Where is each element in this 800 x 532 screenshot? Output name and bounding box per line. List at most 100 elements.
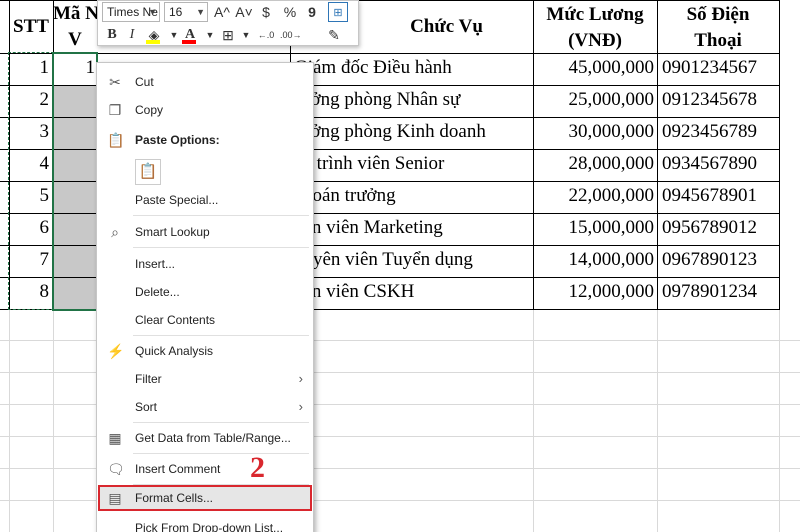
copy-icon: ❐ bbox=[108, 102, 122, 118]
font-color-dropdown[interactable]: ▼ bbox=[200, 25, 220, 45]
menu-item-filter[interactable]: Filter › bbox=[97, 366, 313, 392]
increase-decimal-button[interactable]: ←.0 bbox=[256, 25, 276, 45]
chevron-down-icon: ▼ bbox=[148, 7, 157, 17]
chevron-right-icon: › bbox=[298, 371, 303, 386]
menu-item-label: Get Data from Table/Range... bbox=[135, 431, 291, 445]
borders-dropdown[interactable]: ▼ bbox=[236, 25, 256, 45]
cell-chuc-vu[interactable]: rưởng phòng Kinh doanh bbox=[294, 121, 530, 143]
font-size-box[interactable]: 16 ▼ bbox=[164, 2, 208, 22]
cell-so-dien-thoai[interactable]: 0978901234 bbox=[662, 281, 779, 303]
menu-item-format-cells[interactable]: ▤ Format Cells... bbox=[97, 485, 313, 511]
cell-chuc-vu[interactable]: rưởng phòng Nhân sự bbox=[294, 89, 530, 111]
context-menu: ✂ Cut ❐ Copy 📋 Paste Options: 📋 Paste Sp… bbox=[96, 62, 314, 532]
cell-stt[interactable]: 2 bbox=[9, 89, 50, 111]
cell-muc-luong[interactable]: 15,000,000 bbox=[535, 217, 655, 239]
header-so-dien-thoai[interactable]: Số Điện bbox=[657, 2, 779, 28]
menu-item-label: Pick From Drop-down List... bbox=[135, 521, 284, 532]
menu-item-clear-contents[interactable]: Clear Contents bbox=[97, 307, 313, 333]
cell-stt[interactable]: 4 bbox=[9, 153, 50, 175]
cell-stt[interactable]: 8 bbox=[9, 281, 50, 303]
cell-muc-luong[interactable]: 30,000,000 bbox=[535, 121, 655, 143]
bold-button[interactable]: B bbox=[102, 25, 122, 45]
comma-style-icon: 9 bbox=[308, 4, 316, 20]
cell-muc-luong[interactable]: 28,000,000 bbox=[535, 153, 655, 175]
fill-color-button[interactable]: ◈ bbox=[144, 25, 164, 45]
cell-stt[interactable]: 7 bbox=[9, 249, 50, 271]
menu-separator bbox=[133, 422, 309, 423]
borders-button[interactable]: ⊞ bbox=[218, 25, 238, 45]
menu-item-copy[interactable]: ❐ Copy bbox=[97, 97, 313, 123]
menu-item-pick-from-list[interactable]: Pick From Drop-down List... bbox=[97, 515, 313, 532]
cell-chuc-vu[interactable]: huyên viên Tuyển dụng bbox=[294, 249, 530, 271]
menu-separator bbox=[133, 453, 309, 454]
format-painter-button[interactable]: ✎ bbox=[324, 25, 344, 45]
selected-cell-fill bbox=[54, 85, 96, 309]
chevron-down-icon: ▼ bbox=[205, 30, 215, 40]
percent-button[interactable]: % bbox=[280, 2, 300, 22]
shrink-font-button[interactable]: A˅ bbox=[234, 2, 254, 22]
cell-so-dien-thoai[interactable]: 0945678901 bbox=[662, 185, 779, 207]
header-so-dien-thoai-line2: Thoại bbox=[694, 30, 742, 51]
format-cells-icon: ▤ bbox=[108, 490, 122, 506]
font-color-button[interactable]: A bbox=[180, 25, 200, 45]
menu-item-sort[interactable]: Sort › bbox=[97, 394, 313, 420]
paste-button[interactable]: 📋 bbox=[135, 159, 161, 185]
paste-icon: 📋 bbox=[107, 132, 125, 148]
font-color-swatch bbox=[182, 40, 196, 44]
menu-item-label: Sort bbox=[135, 400, 158, 414]
menu-separator bbox=[133, 215, 309, 216]
menu-item-get-data[interactable]: ▦ Get Data from Table/Range... bbox=[97, 425, 313, 451]
merge-center-button[interactable]: ⊞ bbox=[328, 2, 348, 22]
currency-button[interactable]: $ bbox=[256, 2, 276, 22]
decrease-decimal-button[interactable]: .00→ bbox=[280, 25, 302, 45]
menu-item-paste-special[interactable]: Paste Special... bbox=[97, 187, 313, 213]
cell-stt[interactable]: 1 bbox=[9, 57, 50, 79]
menu-item-cut[interactable]: ✂ Cut bbox=[97, 69, 313, 95]
menu-item-label: Cut bbox=[135, 75, 154, 89]
comma-style-button[interactable]: 9 bbox=[302, 2, 322, 22]
grow-font-button[interactable]: A^ bbox=[212, 2, 232, 22]
cell-chuc-vu[interactable]: Giám đốc Điều hành bbox=[294, 57, 530, 79]
table-icon: ▦ bbox=[108, 430, 122, 446]
cell-chuc-vu[interactable]: ập trình viên Senior bbox=[294, 153, 530, 175]
cell-so-dien-thoai[interactable]: 0956789012 bbox=[662, 217, 779, 239]
chevron-down-icon: ▼ bbox=[196, 7, 205, 17]
italic-button[interactable]: I bbox=[122, 25, 142, 45]
font-name-box[interactable]: Times Ne ▼ bbox=[102, 2, 160, 22]
menu-item-quick-analysis[interactable]: ⚡ Quick Analysis bbox=[97, 338, 313, 364]
cell-stt[interactable]: 3 bbox=[9, 121, 50, 143]
cell-so-dien-thoai[interactable]: 0934567890 bbox=[662, 153, 779, 175]
header-stt[interactable]: STT bbox=[9, 14, 53, 40]
menu-item-insert-comment[interactable]: 🗨 Insert Comment bbox=[97, 456, 313, 482]
cell-muc-luong[interactable]: 45,000,000 bbox=[535, 57, 655, 79]
cell-stt[interactable]: 6 bbox=[9, 217, 50, 239]
menu-item-label: Filter bbox=[135, 372, 162, 386]
cell-chuc-vu[interactable]: hân viên CSKH bbox=[294, 281, 530, 303]
cell-chuc-vu[interactable]: ế toán trưởng bbox=[294, 185, 530, 207]
cell-muc-luong[interactable]: 12,000,000 bbox=[535, 281, 655, 303]
cell-stt[interactable]: 5 bbox=[9, 185, 50, 207]
header-muc-luong-line2: (VNĐ) bbox=[568, 30, 622, 51]
gridline bbox=[9, 309, 10, 532]
cell-chuc-vu[interactable]: hân viên Marketing bbox=[294, 217, 530, 239]
menu-item-delete[interactable]: Delete... bbox=[97, 279, 313, 305]
menu-item-label: Clear Contents bbox=[135, 313, 216, 327]
cell-so-dien-thoai[interactable]: 0923456789 bbox=[662, 121, 779, 143]
cell-so-dien-thoai[interactable]: 0967890123 bbox=[662, 249, 779, 271]
menu-item-label: Paste Options: bbox=[135, 133, 220, 147]
header-ma-nv[interactable]: Mã N bbox=[53, 1, 97, 27]
cell-so-dien-thoai[interactable]: 0901234567 bbox=[662, 57, 779, 79]
cell-muc-luong[interactable]: 14,000,000 bbox=[535, 249, 655, 271]
cell-muc-luong[interactable]: 22,000,000 bbox=[535, 185, 655, 207]
header-muc-luong[interactable]: Mức Lương bbox=[533, 2, 657, 28]
borders-icon: ⊞ bbox=[222, 27, 234, 43]
cell-ma-nv[interactable]: 1 bbox=[55, 57, 96, 79]
menu-item-paste-options: 📋 Paste Options: bbox=[97, 127, 313, 153]
cell-so-dien-thoai[interactable]: 0912345678 bbox=[662, 89, 779, 111]
scissors-icon: ✂ bbox=[109, 74, 121, 90]
decrease-decimal-icon: .00→ bbox=[280, 30, 302, 40]
header-chuc-vu[interactable]: Chức Vụ bbox=[360, 14, 533, 40]
menu-item-smart-lookup[interactable]: ⌕ Smart Lookup bbox=[97, 219, 313, 245]
menu-item-insert[interactable]: Insert... bbox=[97, 251, 313, 277]
cell-muc-luong[interactable]: 25,000,000 bbox=[535, 89, 655, 111]
